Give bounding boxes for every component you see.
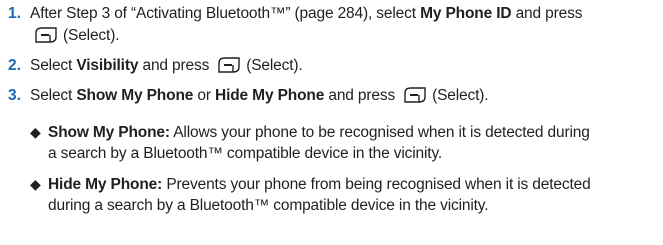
select-label: (Select). bbox=[432, 87, 489, 104]
menu-option-my-phone-id: My Phone ID bbox=[420, 5, 512, 22]
bullet-term: Show My Phone: bbox=[48, 124, 170, 141]
step-number: 3. bbox=[8, 87, 21, 104]
instruction-document: 1. After Step 3 of “Activating Bluetooth™… bbox=[0, 0, 663, 245]
step-2: 2. Select Visibility and press (Select). bbox=[8, 55, 658, 81]
bullet-show-my-phone: ◆ Show My Phone: Allows your phone to be … bbox=[30, 121, 590, 144]
left-softkey-icon bbox=[32, 26, 58, 51]
menu-option-visibility: Visibility bbox=[76, 57, 139, 74]
bullet-description: Allows your phone to be recognised when … bbox=[169, 124, 590, 141]
bullet-hide-my-phone-continuation: during a search by a Bluetooth™ compatib… bbox=[48, 197, 489, 214]
step-3: 3. Select Show My Phone or Hide My Phone … bbox=[8, 85, 658, 111]
bullet-term: Hide My Phone: bbox=[48, 176, 163, 193]
step-1-continuation: (Select). bbox=[30, 25, 120, 51]
step-text: Select Visibility and press (Select). bbox=[30, 57, 303, 74]
bullet-show-my-phone-continuation: a search by a Bluetooth™ compatible devi… bbox=[48, 145, 443, 162]
menu-option-hide-my-phone: Hide My Phone bbox=[215, 87, 325, 104]
step-number: 2. bbox=[8, 57, 21, 74]
left-softkey-icon bbox=[215, 56, 241, 81]
step-number: 1. bbox=[8, 5, 21, 22]
menu-option-show-my-phone: Show My Phone bbox=[76, 87, 194, 104]
step-text: Select Show My Phone or Hide My Phone an… bbox=[30, 87, 489, 104]
bullet-description: Prevents your phone from being recognise… bbox=[162, 176, 591, 193]
diamond-bullet-icon: ◆ bbox=[30, 124, 41, 140]
step-text: After Step 3 of “Activating Bluetooth™” … bbox=[30, 5, 583, 22]
step-1: 1. After Step 3 of “Activating Bluetooth™… bbox=[8, 3, 658, 25]
bullet-hide-my-phone: ◆ Hide My Phone: Prevents your phone from… bbox=[30, 173, 591, 196]
diamond-bullet-icon: ◆ bbox=[30, 176, 41, 192]
left-softkey-icon bbox=[401, 86, 427, 111]
select-label: (Select). bbox=[246, 57, 303, 74]
select-label: (Select). bbox=[63, 27, 120, 44]
